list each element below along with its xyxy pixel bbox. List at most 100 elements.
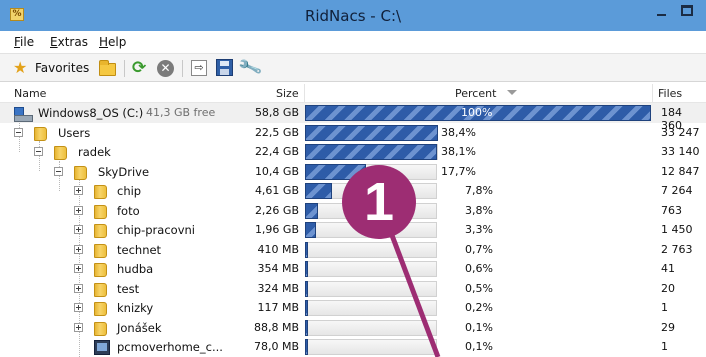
tree-row-drive[interactable]: Windows8_OS (C:) 41,3 GB free 58,8 GB 10… bbox=[0, 103, 706, 132]
row-name: chip-pracovni bbox=[117, 223, 195, 237]
row-percent: 3,3% bbox=[465, 223, 493, 236]
drive-icon bbox=[14, 107, 33, 122]
expand-toggle[interactable] bbox=[74, 186, 83, 195]
sort-descending-icon bbox=[507, 90, 517, 95]
row-size: 2,26 GB bbox=[254, 203, 299, 217]
row-files: 1 450 bbox=[661, 223, 693, 236]
row-name: technet bbox=[117, 242, 162, 257]
collapse-toggle[interactable] bbox=[54, 166, 63, 176]
row-files: 1 bbox=[661, 340, 668, 353]
expand-toggle[interactable] bbox=[74, 303, 83, 312]
annotation-pointer-line bbox=[387, 230, 441, 357]
folder-icon bbox=[34, 126, 47, 141]
percent-bar bbox=[305, 124, 438, 141]
row-percent: 17,7% bbox=[441, 164, 476, 178]
row-name: pcmoverhome_c... bbox=[117, 340, 223, 354]
row-size: 117 MB bbox=[257, 301, 299, 314]
folder-icon bbox=[94, 224, 107, 238]
row-name: Jonášek bbox=[117, 320, 162, 335]
row-name: chip bbox=[117, 184, 142, 198]
tree-row[interactable]: technet 410 MB 0,7% 2 763 bbox=[0, 240, 706, 260]
row-name: hudba bbox=[117, 262, 154, 276]
favorites-star-icon: ★ bbox=[13, 58, 28, 77]
row-percent: 7,8% bbox=[465, 184, 493, 197]
row-size: 410 MB bbox=[257, 242, 299, 256]
tree-row[interactable]: Users 22,5 GB 38,4% 33 247 bbox=[0, 123, 706, 143]
menu-bar: File Extras Help bbox=[0, 31, 706, 53]
export-icon[interactable]: ⇨ bbox=[191, 60, 207, 76]
expand-toggle[interactable] bbox=[74, 283, 83, 293]
row-size: 58,8 GB bbox=[254, 106, 299, 119]
tree-row[interactable]: Jonášek 88,8 MB 0,1% 29 bbox=[0, 318, 706, 338]
percent-bar bbox=[305, 202, 318, 219]
menu-extras[interactable]: Extras bbox=[50, 35, 88, 49]
folder-icon bbox=[54, 146, 67, 160]
tree-row-file[interactable]: pcmoverhome_c... 78,0 MB 0,1% 1 bbox=[0, 337, 706, 357]
tree-row[interactable]: radek 22,4 GB 38,1% 33 140 bbox=[0, 142, 706, 162]
title-bar: % RidNacs - C:\ bbox=[0, 0, 706, 31]
percent-bar bbox=[305, 222, 316, 238]
percent-bar bbox=[305, 183, 332, 199]
row-percent: 0,5% bbox=[465, 281, 493, 295]
row-files: 29 bbox=[661, 320, 675, 334]
row-percent: 0,2% bbox=[465, 301, 493, 314]
percent-bar bbox=[305, 300, 308, 316]
toolbar-separator bbox=[124, 60, 125, 77]
percent-bar bbox=[305, 319, 308, 336]
folder-icon bbox=[94, 263, 107, 277]
row-size: 324 MB bbox=[257, 281, 299, 295]
expand-toggle[interactable] bbox=[74, 225, 83, 234]
percent-bar bbox=[305, 144, 437, 160]
expand-toggle[interactable] bbox=[74, 264, 83, 273]
folder-icon bbox=[94, 302, 107, 316]
collapse-toggle[interactable] bbox=[34, 147, 43, 156]
row-files: 33 247 bbox=[661, 125, 700, 139]
menu-file[interactable]: File bbox=[14, 35, 34, 49]
maximize-button[interactable] bbox=[681, 5, 693, 16]
refresh-icon[interactable]: ⟳ bbox=[132, 59, 150, 77]
options-wrench-icon[interactable]: 🔧 bbox=[237, 55, 264, 81]
folder-icon bbox=[94, 185, 107, 199]
row-files: 12 847 bbox=[661, 164, 700, 178]
folder-icon bbox=[94, 321, 107, 336]
row-size: 1,96 GB bbox=[254, 223, 299, 236]
percent-bar bbox=[305, 280, 308, 297]
file-icon bbox=[94, 340, 110, 355]
tree-row[interactable]: test 324 MB 0,5% 20 bbox=[0, 279, 706, 299]
toolbar: ★ Favorites ⟳ ✕ ⇨ 🔧 bbox=[0, 53, 706, 82]
stop-icon[interactable]: ✕ bbox=[157, 60, 174, 77]
row-name: test bbox=[117, 281, 140, 296]
tree-row[interactable]: hudba 354 MB 0,6% 41 bbox=[0, 259, 706, 279]
row-percent: 0,7% bbox=[465, 242, 493, 256]
collapse-toggle[interactable] bbox=[14, 127, 23, 137]
folder-icon bbox=[94, 243, 107, 258]
expand-toggle[interactable] bbox=[74, 322, 83, 332]
expand-toggle[interactable] bbox=[74, 205, 83, 215]
row-percent: 0,1% bbox=[465, 340, 493, 353]
row-name: SkyDrive bbox=[98, 164, 150, 179]
row-files: 33 140 bbox=[661, 145, 700, 158]
row-size: 354 MB bbox=[257, 262, 299, 275]
annotation-number-badge: 1 bbox=[342, 165, 416, 239]
row-size: 4,61 GB bbox=[254, 184, 299, 197]
column-divider[interactable] bbox=[652, 84, 653, 102]
minimize-button[interactable] bbox=[654, 4, 668, 18]
row-percent: 38,4% bbox=[441, 125, 476, 139]
column-divider[interactable] bbox=[304, 84, 305, 102]
tree-row[interactable]: knizky 117 MB 0,2% 1 bbox=[0, 298, 706, 318]
expand-toggle[interactable] bbox=[74, 244, 83, 254]
row-name: knizky bbox=[117, 301, 154, 315]
row-size: 22,4 GB bbox=[254, 145, 299, 158]
open-folder-icon[interactable] bbox=[99, 60, 116, 76]
folder-icon bbox=[74, 165, 87, 180]
toolbar-separator bbox=[182, 60, 183, 77]
folder-icon bbox=[94, 282, 107, 297]
row-size: 22,5 GB bbox=[254, 125, 299, 139]
favorites-button[interactable]: ★ Favorites bbox=[9, 56, 89, 80]
save-icon[interactable] bbox=[216, 59, 233, 76]
row-percent: 100% bbox=[461, 106, 493, 119]
menu-help[interactable]: Help bbox=[99, 35, 126, 49]
row-percent: 38,1% bbox=[441, 145, 476, 158]
row-files: 763 bbox=[661, 203, 682, 217]
row-percent: 3,8% bbox=[465, 203, 493, 217]
